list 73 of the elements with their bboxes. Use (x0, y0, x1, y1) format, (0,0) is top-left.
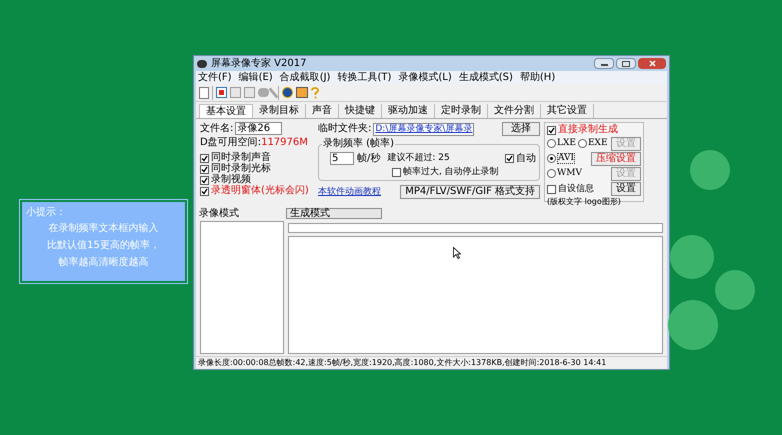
disk-space-value: 117976M (261, 138, 308, 148)
tab[interactable]: 基本设置 (199, 104, 253, 118)
maximize-icon[interactable] (616, 58, 636, 69)
globe-icon[interactable] (282, 87, 293, 98)
radio-button[interactable] (547, 169, 556, 178)
checkbox[interactable] (547, 184, 556, 194)
checkbox[interactable] (505, 154, 514, 163)
field-label: 文件名: (200, 124, 234, 134)
app-icon (197, 60, 207, 68)
mouse-cursor-icon (453, 247, 461, 259)
option-label: 同时录制声音 (211, 153, 271, 163)
temp-folder-field[interactable]: D:\屏幕录像专家\屏幕录 (373, 122, 474, 136)
option-label: 同时录制光标 (211, 164, 271, 174)
tab[interactable]: 声音 (306, 104, 339, 118)
checkbox[interactable] (200, 176, 209, 184)
format-label: EXE (588, 139, 608, 148)
checkbox-label: 直接录制生成 (558, 125, 618, 135)
menu-item[interactable]: 生成模式(S) (458, 72, 513, 82)
tab[interactable]: 定时录制 (435, 104, 488, 118)
radio-button[interactable] (578, 139, 587, 148)
tab[interactable]: 快捷键 (339, 104, 382, 118)
tip-text: 在录制频率文本框内输入 (48, 222, 160, 236)
output-panel[interactable] (288, 236, 663, 354)
filename-field[interactable]: 录像26 (235, 122, 282, 135)
field-label: 临时文件夹: (318, 124, 372, 134)
record-mode-list[interactable] (200, 221, 284, 354)
format-label: LXE (557, 139, 576, 148)
menu-item[interactable]: 帮助(H) (520, 72, 556, 82)
panel-title: 录像模式 (198, 209, 240, 219)
menu-item[interactable]: 转换工具(T) (337, 72, 392, 82)
radio-button[interactable] (547, 139, 556, 148)
menu-item[interactable]: 文件(F) (198, 72, 232, 82)
unit-label: 帧/秒 (357, 154, 380, 164)
checkbox-label: 自动 (516, 154, 536, 164)
radio-button[interactable] (547, 154, 556, 163)
tab[interactable]: 其它设置 (541, 104, 594, 118)
tutorial-link[interactable]: 本软件动画教程 (318, 188, 381, 196)
format-label: WMV (557, 169, 582, 178)
checkbox-label: 自设信息 (558, 184, 594, 194)
close-icon[interactable] (638, 58, 666, 69)
checkbox-label: 帧率过大, 自动停止录制 (403, 168, 499, 177)
frame-rate-field[interactable]: 5 (330, 152, 354, 165)
menu-item[interactable]: 录像模式(L) (398, 72, 452, 82)
tip-title: 小提示： (26, 206, 67, 220)
choose-button[interactable]: 选择 (502, 122, 540, 136)
output-mode-tab[interactable]: 生成模式 (286, 208, 382, 219)
menu-item[interactable]: 编辑(E) (238, 72, 273, 82)
checkbox[interactable] (547, 126, 556, 134)
checkbox[interactable] (200, 154, 209, 162)
option-label: 录制视频 (211, 175, 251, 185)
checkbox[interactable] (200, 186, 209, 196)
tip-text: 帧率越高清晰度越高 (58, 256, 150, 270)
window-title: 屏幕录像专家 V2017 (211, 58, 306, 68)
tip-text: 比默认值15更高的帧率， (46, 238, 161, 253)
checkbox[interactable] (200, 164, 209, 174)
tab[interactable]: 录制目标 (253, 104, 306, 118)
disk-space-label: D盘可用空间: (200, 138, 262, 148)
new-document-icon[interactable] (199, 86, 209, 98)
checkbox[interactable] (392, 168, 401, 177)
minimize-icon[interactable] (594, 58, 614, 69)
settings-button[interactable]: 压缩设置 (591, 152, 641, 166)
group-title: 录制频率 (帧率) (322, 139, 395, 149)
record-icon[interactable] (216, 87, 227, 98)
note-text: (版权文字 logo图形) (547, 198, 622, 206)
status-bar-text: 录像长度:00:00:08总帧数:42,速度:5帧/秒,宽度:1920,高度:1080,文件大小:1378KB,创建时间:2018-6-30 14:41 (198, 359, 606, 367)
settings-button[interactable]: 设置 (611, 182, 641, 196)
format-label: AVI (557, 153, 576, 164)
format-support-button[interactable]: MP4/FLV/SWF/GIF 格式支持 (400, 185, 540, 199)
hint-text: 建议不超过: 25 (387, 154, 450, 163)
tab[interactable]: 驱动加速 (382, 104, 435, 118)
tab[interactable]: 文件分割 (488, 104, 541, 118)
menu-item[interactable]: 合成截取(J) (280, 72, 330, 82)
option-label: 录透明窗体(光标会闪) (211, 186, 309, 196)
